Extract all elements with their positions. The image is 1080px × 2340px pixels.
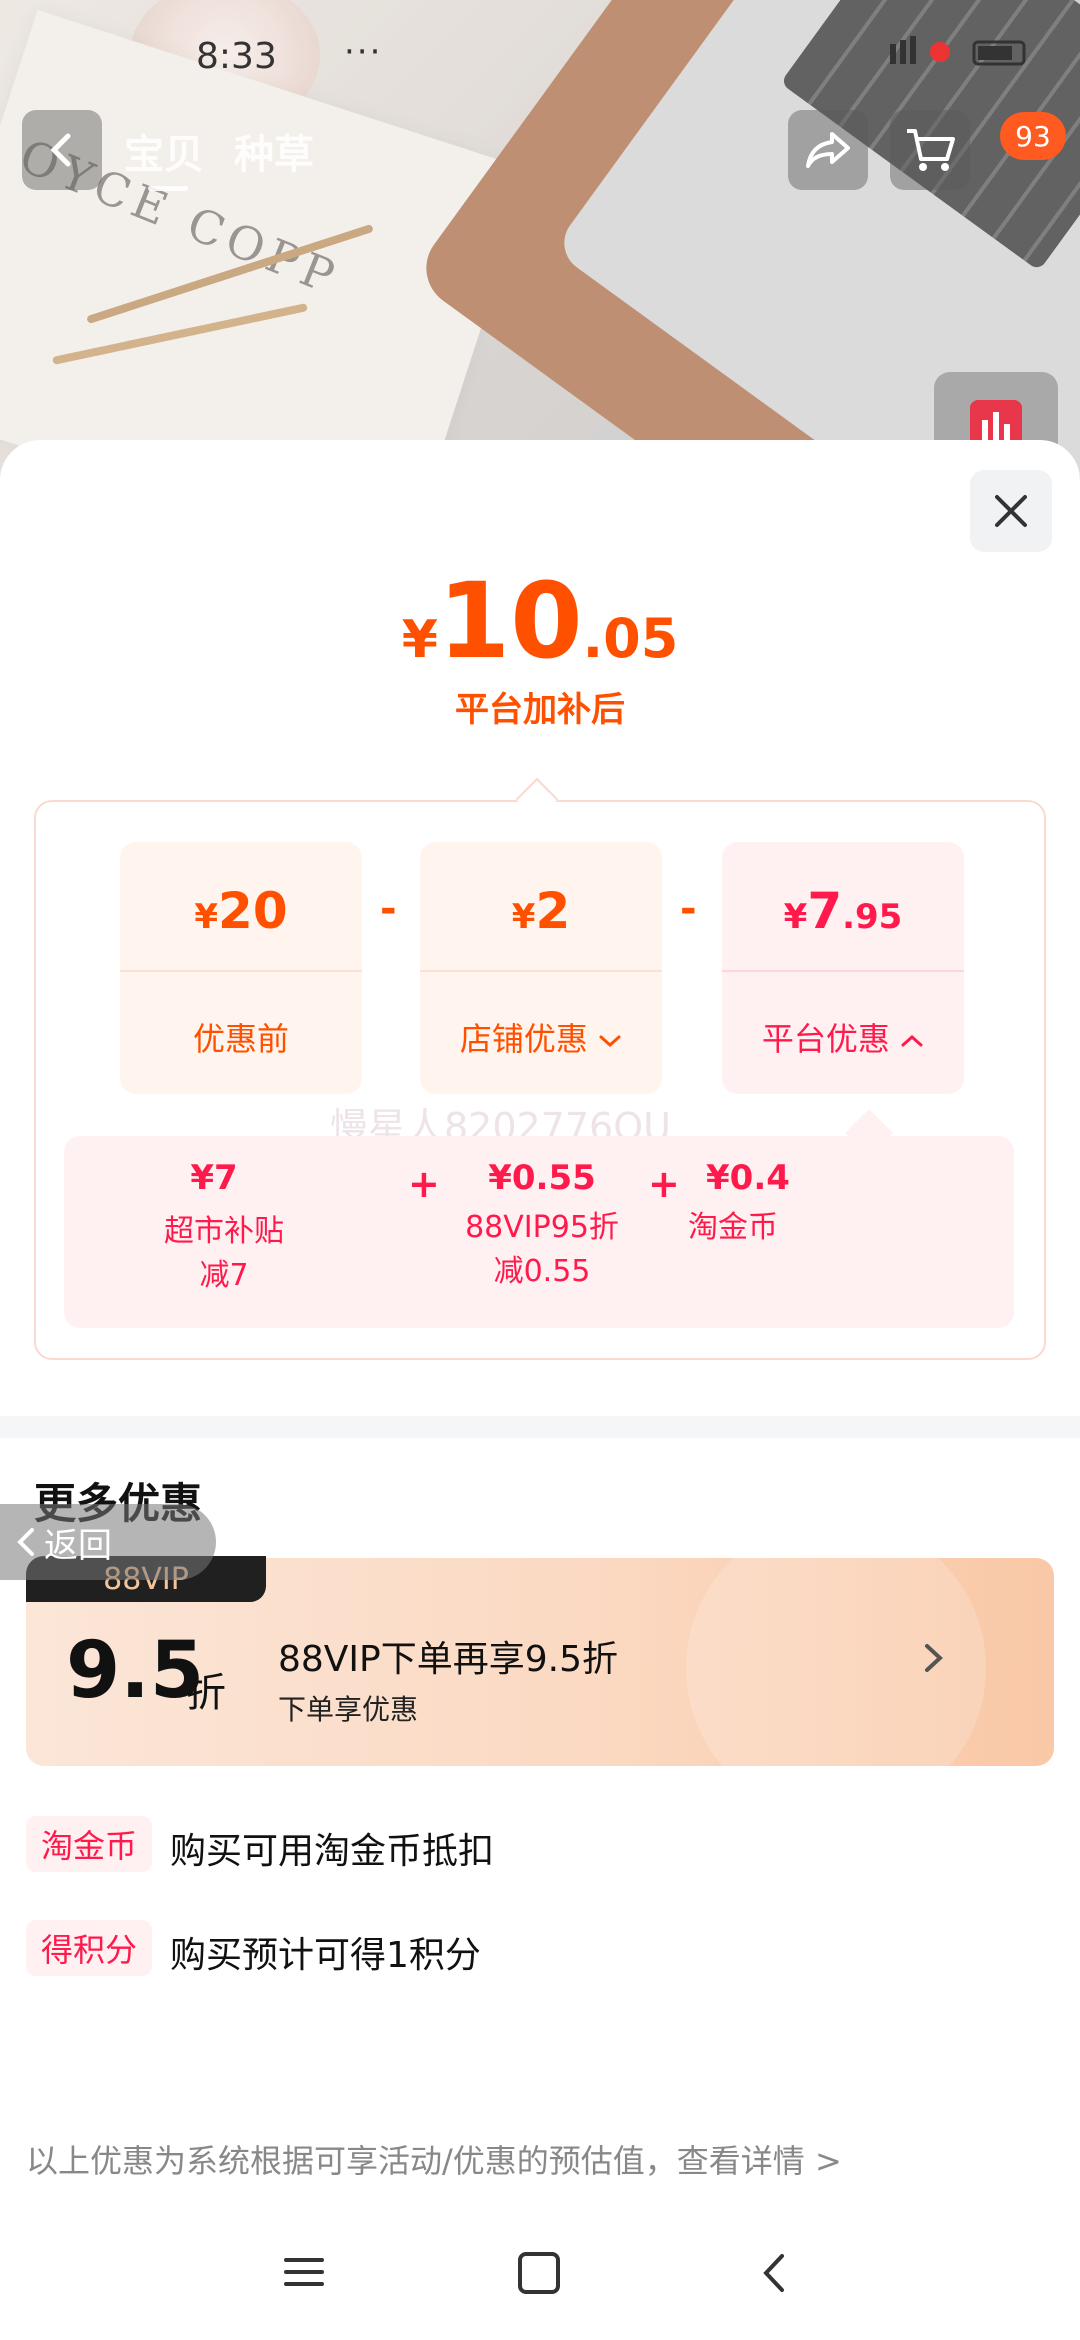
points-text: 购买预计可得1积分 <box>170 1935 481 1976</box>
store-discount-label: 店铺优惠 <box>459 1020 588 1058</box>
cart-icon <box>907 129 955 171</box>
minus-sign: - <box>680 886 697 932</box>
detail-line2: 减7 <box>199 1258 249 1293</box>
detail-line2: 减0.55 <box>493 1254 591 1289</box>
chevron-right-icon[interactable] <box>922 1636 946 1687</box>
vip-discount-number: 9.5 <box>66 1626 205 1716</box>
chevron-down-icon <box>599 1035 621 1048</box>
store-discount-currency: ¥ <box>511 897 536 937</box>
chevron-left-icon <box>17 1528 34 1556</box>
platform-discount-integer: 7 <box>807 882 843 940</box>
original-price-value: 20 <box>218 882 288 940</box>
original-price-label: 优惠前 <box>192 1020 289 1058</box>
chevron-left-icon <box>50 133 71 167</box>
return-button[interactable]: 返回 <box>0 1504 216 1580</box>
detail-line1: 88VIP95折 <box>465 1210 619 1245</box>
status-time: 8:33 <box>196 36 277 77</box>
platform-discount-decimal: .95 <box>842 897 903 937</box>
back-button[interactable] <box>22 110 102 190</box>
chevron-up-icon <box>901 1034 923 1047</box>
cart-button[interactable] <box>890 110 970 190</box>
tab-recommend[interactable]: 种草 <box>234 122 314 180</box>
final-price-label: 平台加补后 <box>455 690 625 730</box>
back-icon[interactable] <box>756 2250 792 2300</box>
section-divider <box>0 1416 1080 1438</box>
coins-tag: 淘金币 <box>26 1816 152 1872</box>
final-price-currency: ¥ <box>401 610 438 670</box>
detail-item-coins: ¥0.4 淘金币 <box>688 1158 838 1250</box>
menu-icon[interactable] <box>282 2250 326 2298</box>
share-button[interactable] <box>788 110 868 190</box>
cart-count-badge: 93 <box>1000 112 1066 160</box>
status-more-dots: ··· <box>344 32 383 72</box>
store-discount-box[interactable]: ¥2 店铺优惠 <box>420 842 662 1094</box>
estimate-footnote-link[interactable]: 以上优惠为系统根据可享活动/优惠的预估值，查看详情 > <box>26 2136 842 2182</box>
detail-value: ¥7 <box>190 1158 238 1198</box>
detail-item-subsidy: ¥7 <box>164 1158 264 1198</box>
close-button[interactable] <box>970 470 1052 552</box>
detail-value: ¥0.4 <box>706 1158 790 1198</box>
vip-offer-subtitle: 下单享优惠 <box>278 1693 419 1726</box>
final-price-decimal: .05 <box>582 607 679 670</box>
tab-indicator <box>148 186 188 191</box>
platform-discount-box[interactable]: ¥7.95 平台优惠 <box>722 842 964 1094</box>
vip-offer-title: 88VIP下单再享9.5折 <box>278 1639 619 1680</box>
return-label: 返回 <box>44 1525 112 1566</box>
plus-sign: + <box>408 1162 440 1206</box>
platform-detail-panel: ¥7 超市补贴 减7 + ¥0.55 88VIP95折 减0.55 + ¥0.4… <box>64 1136 1014 1328</box>
share-icon <box>806 132 850 168</box>
plus-sign: + <box>648 1162 680 1206</box>
detail-line1: 淘金币 <box>688 1210 778 1245</box>
status-bar: 8:33 ··· <box>0 32 1080 86</box>
coins-text: 购买可用淘金币抵扣 <box>170 1831 495 1872</box>
platform-discount-label: 平台优惠 <box>761 1020 890 1058</box>
final-price: ¥10.05 <box>0 560 1080 682</box>
home-icon[interactable] <box>516 2250 562 2300</box>
final-price-integer: 10 <box>437 560 583 682</box>
detail-item-vip: ¥0.55 88VIP95折 减0.55 <box>442 1158 642 1294</box>
original-price-currency: ¥ <box>194 897 219 937</box>
system-nav-bar <box>0 2240 1080 2340</box>
close-icon <box>995 495 1027 527</box>
vip-discount-unit: 折 <box>186 1670 226 1716</box>
status-indicators <box>890 36 1040 79</box>
detail-item-subsidy-text: 超市补贴 减7 <box>124 1202 324 1298</box>
tab-product[interactable]: 宝贝 <box>124 122 204 180</box>
detail-line1: 超市补贴 <box>164 1214 284 1249</box>
original-price-box: ¥20 优惠前 <box>120 842 362 1094</box>
detail-value: ¥0.55 <box>488 1158 596 1198</box>
platform-discount-currency: ¥ <box>783 897 808 937</box>
store-discount-value: 2 <box>535 882 571 940</box>
minus-sign: - <box>380 886 397 932</box>
points-tag: 得积分 <box>26 1920 152 1976</box>
